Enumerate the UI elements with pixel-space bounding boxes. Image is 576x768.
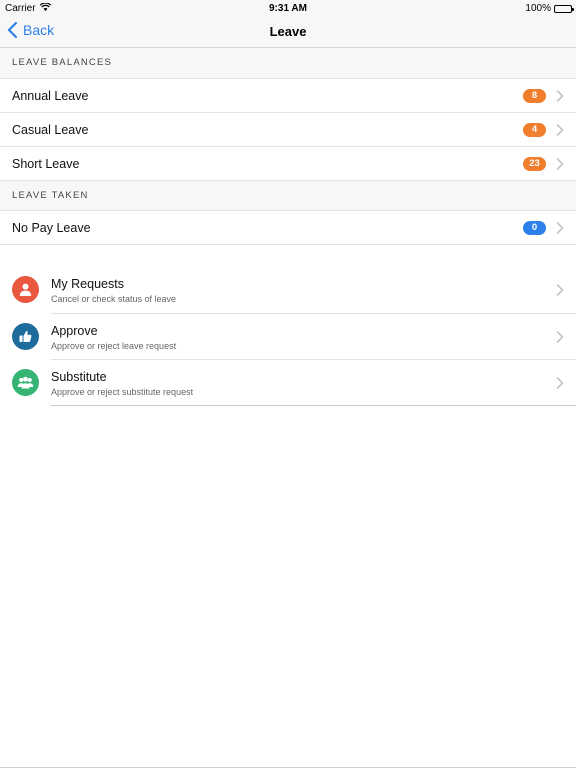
chevron-right-icon: [556, 158, 564, 170]
thumbs-up-icon: [12, 323, 39, 350]
navigation-bar: Back Leave: [0, 16, 576, 48]
menu-item-subtitle: Approve or reject substitute request: [51, 387, 194, 397]
menu-item-subtitle: Cancel or check status of leave: [51, 294, 177, 304]
list-item-label: Annual Leave: [12, 88, 89, 103]
section-header-leave-taken: LEAVE TAKEN: [0, 180, 576, 210]
list-item-no-pay-leave[interactable]: No Pay Leave 0: [0, 210, 576, 244]
list-item-label: Short Leave: [12, 156, 80, 171]
list-item-label: Casual Leave: [12, 122, 89, 137]
page-title: Leave: [269, 24, 307, 39]
menu-item-approve[interactable]: Approve Approve or reject leave request: [0, 314, 576, 360]
chevron-right-icon: [556, 284, 564, 296]
divider: [0, 244, 576, 245]
battery-status: 100%: [525, 3, 574, 14]
divider: [51, 405, 576, 406]
menu-item-my-requests[interactable]: My Requests Cancel or check status of le…: [0, 267, 576, 313]
group-icon: [12, 369, 39, 396]
menu-item-title: My Requests: [51, 277, 124, 291]
list-item-annual-leave[interactable]: Annual Leave 8: [0, 78, 576, 112]
chevron-right-icon: [556, 222, 564, 234]
menu-item-title: Substitute: [51, 370, 107, 384]
count-badge: 0: [523, 221, 546, 235]
list-item-casual-leave[interactable]: Casual Leave 4: [0, 112, 576, 146]
menu-item-substitute[interactable]: Substitute Approve or reject substitute …: [0, 360, 576, 406]
count-badge: 4: [523, 123, 546, 137]
list-item-short-leave[interactable]: Short Leave 23: [0, 146, 576, 180]
list-item-label: No Pay Leave: [12, 220, 91, 235]
menu-item-subtitle: Approve or reject leave request: [51, 341, 177, 351]
person-icon: [12, 276, 39, 303]
chevron-right-icon: [556, 331, 564, 343]
battery-percent: 100%: [525, 3, 551, 14]
count-badge: 8: [523, 89, 546, 103]
status-bar: Carrier 9:31 AM 100%: [0, 0, 576, 16]
chevron-right-icon: [556, 124, 564, 136]
screen: Carrier 9:31 AM 100% Back Leave LEAVE BA…: [0, 0, 576, 768]
menu-item-title: Approve: [51, 324, 98, 338]
chevron-right-icon: [556, 377, 564, 389]
status-time: 9:31 AM: [269, 3, 307, 14]
section-header-leave-balances: LEAVE BALANCES: [0, 48, 576, 78]
battery-icon: [554, 4, 574, 13]
count-badge: 23: [523, 157, 546, 171]
chevron-right-icon: [556, 90, 564, 102]
